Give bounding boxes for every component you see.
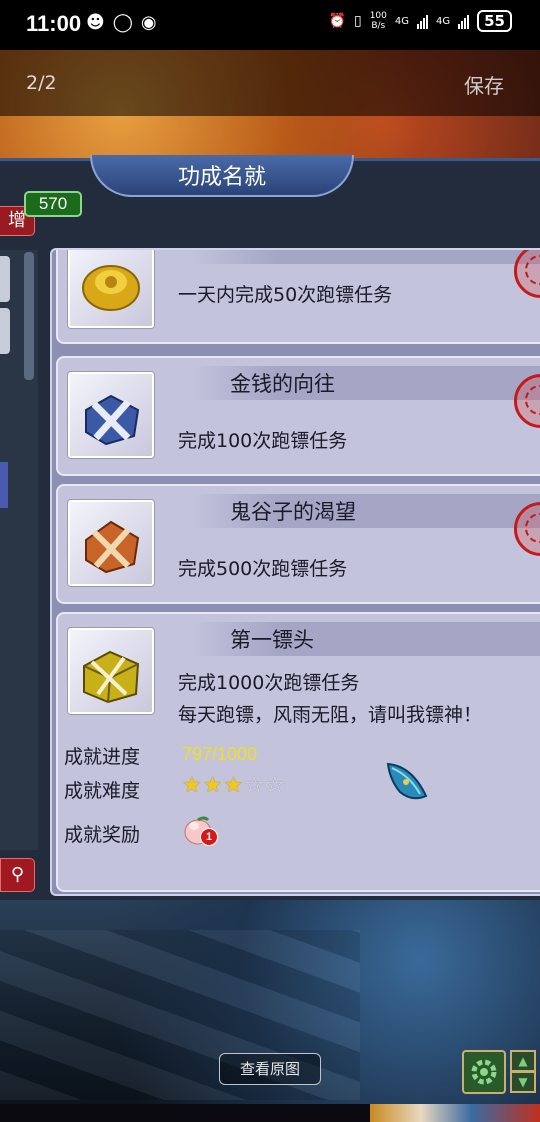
status-time: 11:00 bbox=[26, 11, 82, 36]
progress-value: 797/1000 bbox=[182, 744, 258, 764]
star-filled-icon: ★ bbox=[202, 773, 224, 798]
star-empty-icon: ☆ bbox=[264, 773, 286, 798]
signal-icon bbox=[417, 13, 428, 29]
status-bar: 11:00 ☻ ◯ ◉ ⏰ ▯ 100 B/s 4G 4G 55 bbox=[0, 0, 540, 50]
qq-icon: ☻ bbox=[86, 12, 105, 33]
achievement-list[interactable]: 一天内完成50次跑镖任务 金钱的向往 完成100次跑镖任务 鬼谷子的渴望 完成5… bbox=[50, 248, 540, 896]
search-icon: ⚲ bbox=[10, 864, 25, 885]
achievement-desc: 完成100次跑镖任务 bbox=[178, 430, 348, 452]
vibrate-icon: ▯ bbox=[353, 13, 362, 29]
score-badge: 570 bbox=[24, 191, 82, 217]
completed-seal-icon bbox=[514, 250, 540, 298]
reward-label: 成就奖励 bbox=[64, 824, 141, 846]
battery-indicator: 55 bbox=[477, 10, 512, 32]
scrollbar[interactable] bbox=[24, 252, 34, 380]
gear-icon bbox=[471, 1059, 497, 1085]
difficulty-label: 成就难度 bbox=[64, 780, 141, 802]
achievement-icon-box bbox=[68, 372, 154, 458]
achievement-name: 第一镖头 bbox=[230, 628, 314, 652]
signal-icon bbox=[458, 13, 470, 29]
settings-button[interactable] bbox=[462, 1050, 506, 1094]
alarm-icon: ⏰ bbox=[328, 13, 346, 29]
reward-count-badge: 1 bbox=[200, 828, 218, 846]
progress-label: 成就进度 bbox=[64, 746, 141, 768]
achievement-icon-box bbox=[68, 250, 154, 328]
scroll-up-button[interactable]: ▲ bbox=[510, 1050, 536, 1072]
achievement-desc: 完成1000次跑镖任务 bbox=[178, 672, 360, 694]
title-banner: 功成名就 bbox=[90, 155, 354, 197]
orange-bundle-icon bbox=[85, 520, 140, 574]
search-button[interactable]: ⚲ bbox=[0, 858, 35, 892]
achievement-card[interactable]: 一天内完成50次跑镖任务 bbox=[56, 250, 540, 344]
star-filled-icon: ★ bbox=[182, 773, 203, 798]
feather-gem-icon bbox=[386, 762, 428, 800]
gold-chest-icon bbox=[83, 650, 140, 704]
save-button[interactable]: 保存 bbox=[464, 70, 504, 99]
sim2-network: 4G bbox=[436, 15, 451, 27]
eye-icon: ◉ bbox=[140, 12, 157, 33]
side-tab-button[interactable] bbox=[0, 256, 10, 302]
blue-bundle-icon bbox=[85, 394, 140, 446]
star-filled-icon: ★ bbox=[223, 773, 245, 798]
page-counter: 2/2 bbox=[26, 72, 57, 94]
star-empty-icon: ☆ bbox=[244, 773, 265, 798]
view-original-button[interactable]: 查看原图 bbox=[219, 1053, 321, 1085]
achievement-name: 鬼谷子的渴望 bbox=[230, 500, 356, 524]
side-tab-selected[interactable] bbox=[0, 462, 8, 508]
achievement-card[interactable]: 金钱的向往 完成100次跑镖任务 bbox=[56, 356, 540, 476]
difficulty-stars: ★★★☆☆ bbox=[182, 773, 286, 798]
achievement-icon-box bbox=[68, 500, 154, 586]
sim1-network: 4G bbox=[394, 15, 409, 27]
side-tab-button[interactable] bbox=[0, 308, 10, 354]
achievement-name: 金钱的向往 bbox=[230, 372, 335, 396]
network-speed: 100 B/s bbox=[369, 11, 387, 31]
bottom-toolbar-icons[interactable] bbox=[370, 1104, 540, 1122]
achievement-flavor-text: 每天跑镖，风雨无阻，请叫我镖神！ bbox=[178, 704, 483, 726]
panel-title: 功成名就 bbox=[177, 165, 266, 190]
viewer-top-bar bbox=[0, 50, 540, 116]
scroll-down-button[interactable]: ▼ bbox=[510, 1071, 536, 1093]
speedometer-icon: ◯ bbox=[112, 12, 133, 33]
gold-ingot-icon bbox=[82, 265, 140, 311]
achievement-icon-box bbox=[68, 628, 154, 714]
achievement-desc: 完成500次跑镖任务 bbox=[178, 558, 348, 580]
achievement-desc: 一天内完成50次跑镖任务 bbox=[178, 284, 393, 306]
achievement-card[interactable]: 鬼谷子的渴望 完成500次跑镖任务 bbox=[56, 484, 540, 604]
